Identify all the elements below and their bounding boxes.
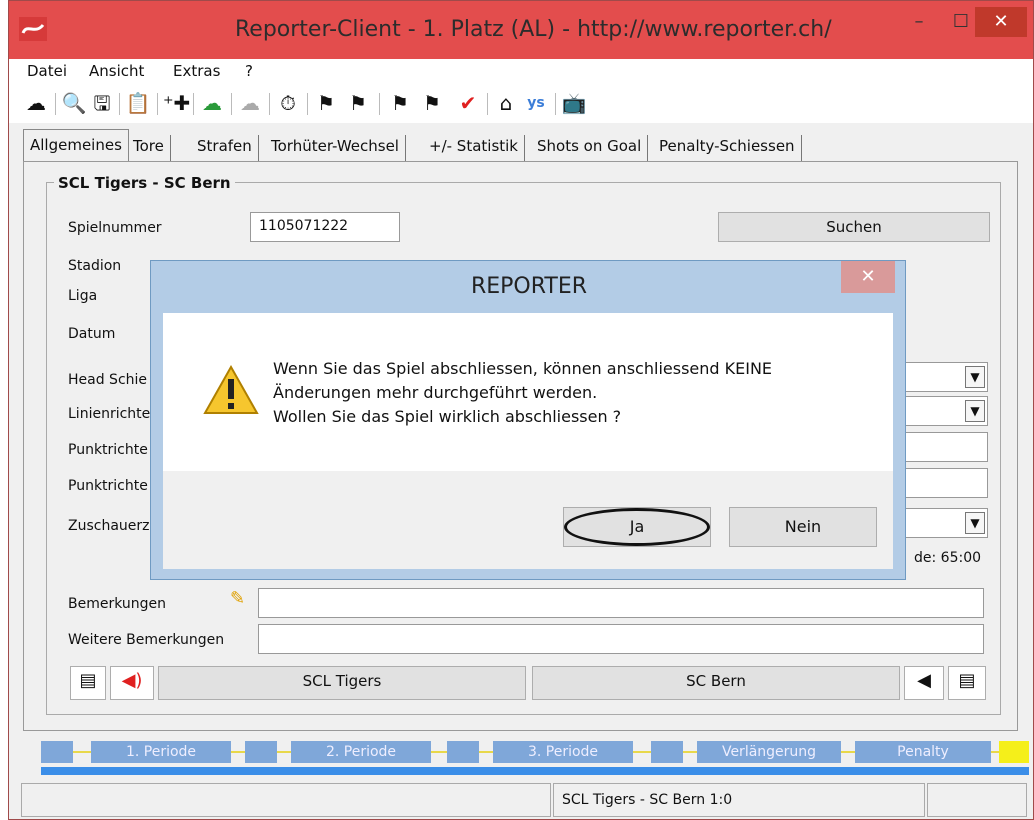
dialog-message: Wenn Sie das Spiel abschliessen, können … — [273, 357, 772, 429]
dialog-close-button[interactable]: ✕ — [841, 261, 895, 293]
edit-note-icon[interactable]: ✎ — [230, 588, 250, 610]
bemerkungen-label: Bemerkungen — [68, 596, 167, 612]
period-penalty[interactable]: Penalty — [855, 741, 991, 763]
spielnummer-input[interactable]: 1105071222 — [250, 212, 400, 242]
tab-plus-minus-statistik[interactable]: +/- Statistik — [423, 135, 525, 161]
period-timeline: 1. Periode 2. Periode 3. Periode Verläng… — [41, 739, 1029, 775]
menu-bar: Datei Ansicht Extras ? — [9, 59, 1033, 85]
warning-icon — [203, 365, 259, 414]
dialog-line-2: Änderungen mehr durchgeführt werden. — [273, 383, 598, 402]
stadion-label: Stadion — [68, 258, 122, 274]
close-button[interactable]: ✕ — [975, 7, 1027, 37]
team-away-sound-icon[interactable]: ◀ — [904, 666, 944, 700]
cloud-download-icon[interactable]: ☁ — [23, 90, 49, 116]
confirm-dialog: REPORTER ✕ Wenn Sie das Spiel abschliess… — [150, 260, 906, 580]
home-icon[interactable]: ⌂ — [493, 90, 519, 116]
reporter-logo-icon — [19, 17, 47, 41]
minimize-button[interactable]: – — [899, 7, 939, 37]
team-home-sheet-icon[interactable]: ▤ — [70, 666, 106, 700]
stopwatch-icon[interactable]: ⏱ — [275, 90, 301, 116]
punktrichter1-input[interactable] — [904, 432, 988, 462]
chevron-down-icon[interactable]: ▼ — [965, 512, 985, 534]
menu-extras[interactable]: Extras — [173, 62, 220, 80]
save-icon[interactable]: 🖫 — [89, 90, 115, 116]
linienrichter-label: Linienrichte — [68, 406, 151, 422]
team-away-icon[interactable]: ⚑ — [345, 90, 371, 116]
period-1[interactable]: 1. Periode — [91, 741, 231, 763]
team-away-button[interactable]: SC Bern — [532, 666, 900, 700]
title-bar: Reporter-Client - 1. Platz (AL) - http:/… — [9, 1, 1033, 59]
team-away-sheet-icon[interactable]: ▤ — [948, 666, 986, 700]
tab-allgemeines[interactable]: Allgemeines — [23, 129, 129, 162]
tab-strafen[interactable]: Strafen — [191, 135, 259, 161]
status-right — [927, 783, 1027, 817]
period-2[interactable]: 2. Periode — [291, 741, 431, 763]
tab-strip: Allgemeines Tore Strafen Torhüter-Wechse… — [9, 129, 1033, 162]
dialog-line-1: Wenn Sie das Spiel abschliessen, können … — [273, 359, 773, 378]
liga-label: Liga — [68, 288, 98, 304]
tab-tore[interactable]: Tore — [127, 135, 171, 161]
window-title: Reporter-Client - 1. Platz (AL) - http:/… — [235, 17, 832, 42]
chevron-down-icon[interactable]: ▼ — [965, 400, 985, 422]
linienrichter-combo[interactable]: ▼ — [904, 396, 988, 426]
menu-datei[interactable]: Datei — [27, 62, 67, 80]
zuschauer-label: Zuschauerz — [68, 518, 150, 534]
weitere-bemerkungen-input[interactable] — [258, 624, 984, 654]
dialog-footer: Ja Nein — [163, 471, 893, 569]
punktrichter1-label: Punktrichte — [68, 442, 148, 458]
match-title: SCL Tigers - SC Bern — [54, 174, 235, 192]
dialog-body: Wenn Sie das Spiel abschliessen, können … — [163, 313, 893, 471]
team-home-icon[interactable]: ⚑ — [313, 90, 339, 116]
dialog-title: REPORTER — [470, 274, 588, 299]
cloud-disabled-icon: ☁ — [240, 91, 260, 115]
highlight-oval — [564, 508, 710, 546]
status-bar: SCL Tigers - SC Bern 1:0 — [21, 783, 1031, 817]
spielnummer-label: Spielnummer — [68, 220, 162, 236]
ys-icon[interactable]: ys — [523, 90, 549, 116]
tab-torhueter-wechsel[interactable]: Torhüter-Wechsel — [265, 135, 406, 161]
menu-help[interactable]: ? — [245, 62, 253, 80]
penalty-marker — [999, 741, 1029, 763]
tab-shots-on-goal[interactable]: Shots on Goal — [531, 135, 649, 161]
dialog-line-3: Wollen Sie das Spiel wirklich abschliess… — [273, 407, 622, 426]
clipboard-icon[interactable]: 📋 — [125, 90, 151, 116]
period-3[interactable]: 3. Periode — [493, 741, 633, 763]
tab-penalty-schiessen[interactable]: Penalty-Schiessen — [653, 135, 802, 161]
nein-button[interactable]: Nein — [729, 507, 877, 547]
search-icon[interactable]: 🔍 — [61, 90, 87, 116]
head-schiedsrichter-combo[interactable]: ▼ — [904, 362, 988, 392]
spieldauer-text: de: 65:00 — [914, 550, 982, 566]
head-schiedsrichter-label: Head Schie — [68, 372, 148, 388]
menu-ansicht[interactable]: Ansicht — [89, 62, 144, 80]
checkmark-icon[interactable]: ✔ — [455, 90, 481, 116]
datum-label: Datum — [68, 326, 116, 342]
add-player-icon[interactable]: ⁺✚ — [163, 90, 190, 116]
lineup-away-icon[interactable]: ⚑ — [419, 90, 445, 116]
progress-bar — [41, 767, 1029, 775]
bemerkungen-input[interactable] — [258, 588, 984, 618]
punktrichter2-input[interactable] — [904, 468, 988, 498]
status-score: SCL Tigers - SC Bern 1:0 — [553, 783, 925, 817]
tv-icon[interactable]: 📺 — [561, 90, 587, 116]
lineup-home-icon[interactable]: ⚑ — [387, 90, 413, 116]
team-home-button[interactable]: SCL Tigers — [158, 666, 526, 700]
status-left — [21, 783, 551, 817]
cloud-upload-icon[interactable]: ☁ — [199, 90, 225, 116]
zuschauer-combo[interactable]: ▼ — [904, 508, 988, 538]
ja-button[interactable]: Ja — [563, 507, 711, 547]
punktrichter2-label: Punktrichte — [68, 478, 148, 494]
period-verlaengerung[interactable]: Verlängerung — [697, 741, 841, 763]
chevron-down-icon[interactable]: ▼ — [965, 366, 985, 388]
weitere-bemerkungen-label: Weitere Bemerkungen — [68, 632, 225, 648]
toolbar: ☁ 🔍 🖫 📋 ⁺✚ ☁ ☁ ⏱ ⚑ ⚑ ⚑ ⚑ ✔ ⌂ ys 📺 — [9, 85, 1033, 123]
team-home-sound-icon[interactable]: ◀) — [110, 666, 154, 700]
suchen-button[interactable]: Suchen — [718, 212, 990, 242]
